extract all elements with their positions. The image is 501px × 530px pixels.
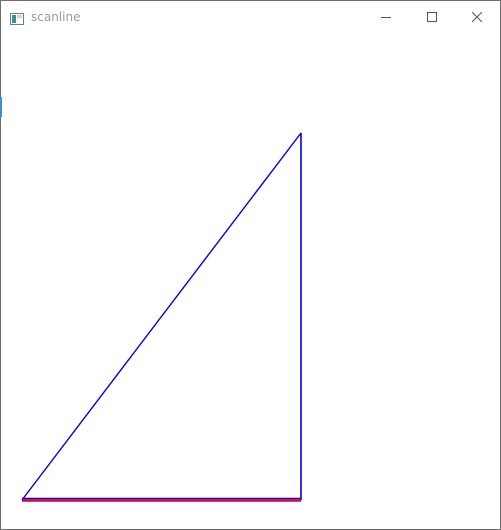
maximize-icon xyxy=(427,7,437,26)
title-bar[interactable]: scanline xyxy=(1,1,500,32)
drawing-canvas-area xyxy=(1,32,500,529)
app-window: scanline xyxy=(0,0,501,530)
app-window-icon xyxy=(10,10,24,25)
minimize-icon xyxy=(381,7,391,26)
minimize-button[interactable] xyxy=(363,1,409,32)
close-icon xyxy=(471,7,483,26)
close-button[interactable] xyxy=(454,1,500,32)
maximize-button[interactable] xyxy=(409,1,455,32)
window-edge-accent xyxy=(0,97,2,117)
drawing-canvas xyxy=(21,132,302,502)
triangle-hypotenuse-edge xyxy=(21,132,302,501)
window-title: scanline xyxy=(31,10,81,24)
